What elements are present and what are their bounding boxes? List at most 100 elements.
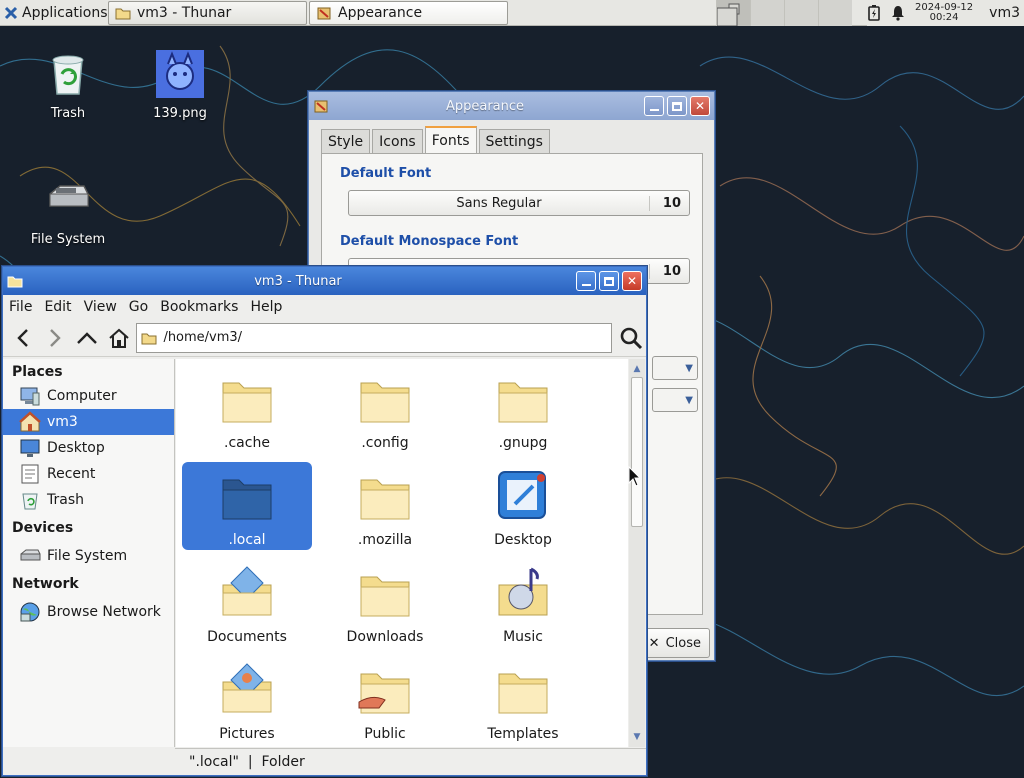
- sidebar-item-recent[interactable]: Recent: [3, 461, 174, 487]
- workspace-4[interactable]: [818, 0, 852, 26]
- back-button[interactable]: [9, 323, 37, 353]
- sidebar-item-file-system[interactable]: File System: [3, 543, 174, 569]
- file-item-label: .local: [228, 532, 266, 548]
- task-button-appearance[interactable]: Appearance: [309, 1, 508, 25]
- maximize-button[interactable]: [667, 96, 687, 116]
- applications-label: Applications: [22, 4, 108, 21]
- scrollbar-thumb[interactable]: [631, 377, 643, 527]
- file-item-music[interactable]: Music: [458, 559, 588, 647]
- sidebar-item-label: Desktop: [47, 440, 105, 456]
- applications-menu-button[interactable]: Applications: [0, 0, 114, 26]
- search-button[interactable]: [616, 323, 646, 353]
- menu-file[interactable]: File: [9, 299, 32, 315]
- file-item-templates[interactable]: Templates: [458, 656, 588, 744]
- sidebar-item-computer[interactable]: Computer: [3, 383, 174, 409]
- scroll-down-arrow-icon[interactable]: ▼: [629, 729, 645, 745]
- sidebar-item-label: Computer: [47, 388, 117, 404]
- drive-icon: [49, 185, 89, 207]
- default-font-button[interactable]: Sans Regular 10: [348, 190, 690, 216]
- menu-edit[interactable]: Edit: [44, 299, 71, 315]
- monospace-font-heading: Default Monospace Font: [340, 234, 519, 249]
- chevron-down-icon: ▼: [685, 362, 693, 374]
- sidebar-item-desktop[interactable]: Desktop: [3, 435, 174, 461]
- subpixel-order-dropdown[interactable]: ▼: [652, 388, 698, 412]
- home-button[interactable]: [105, 323, 133, 353]
- chevron-down-icon: ▼: [685, 394, 693, 406]
- file-item-pictures[interactable]: Pictures: [182, 656, 312, 744]
- file-item-gnupg[interactable]: .gnupg: [458, 365, 588, 453]
- sidebar-item-label: vm3: [47, 414, 78, 430]
- menu-go[interactable]: Go: [129, 299, 148, 315]
- scroll-up-arrow-icon[interactable]: ▲: [629, 361, 645, 377]
- file-item-public[interactable]: Public: [320, 656, 450, 744]
- file-item-downloads[interactable]: Downloads: [320, 559, 450, 647]
- workspace-switcher[interactable]: [716, 0, 852, 27]
- desktop-icon: [20, 439, 40, 457]
- home-icon: [108, 328, 129, 348]
- parent-folder-button[interactable]: [73, 323, 101, 353]
- file-item-label: Downloads: [346, 629, 424, 645]
- desktop-icon-file-system[interactable]: File System: [20, 176, 116, 247]
- maximize-button[interactable]: [599, 271, 619, 291]
- file-item-local[interactable]: .local: [182, 462, 312, 550]
- workspace-3[interactable]: [784, 0, 818, 26]
- file-item-label: Templates: [487, 726, 559, 742]
- folder-icon: [360, 382, 410, 423]
- folder-icon: [498, 382, 548, 423]
- up-arrow-icon: [76, 331, 97, 344]
- minimize-icon: [649, 109, 659, 111]
- appearance-icon: [314, 100, 328, 113]
- sidebar-item-vm3[interactable]: vm3: [3, 409, 174, 435]
- close-button-label: Close: [665, 635, 701, 651]
- location-path-bar[interactable]: /home/vm3/: [136, 322, 613, 353]
- user-menu[interactable]: vm3: [983, 5, 1020, 21]
- desktop-icon-139-png[interactable]: 139.png: [132, 50, 228, 121]
- forward-button[interactable]: [41, 323, 69, 353]
- hinting-dropdown[interactable]: ▼: [652, 356, 698, 380]
- desktop-icon-trash[interactable]: Trash: [20, 50, 116, 121]
- file-item-desktop[interactable]: Desktop: [458, 462, 588, 550]
- status-text: ".local" | Folder: [189, 754, 305, 770]
- tab-icons[interactable]: Icons: [372, 129, 423, 153]
- file-item-label: .config: [361, 435, 409, 451]
- notification-bell-icon[interactable]: [891, 5, 905, 21]
- file-item-label: Public: [364, 726, 406, 742]
- close-window-button[interactable]: ✕: [690, 96, 710, 116]
- file-item-label: Documents: [207, 629, 287, 645]
- minimize-button[interactable]: [576, 271, 596, 291]
- workspace-2[interactable]: [750, 0, 784, 26]
- folder-icon: [498, 673, 548, 714]
- desktop-folder-icon: [498, 471, 546, 519]
- task-button-thunar[interactable]: vm3 - Thunar: [108, 1, 307, 25]
- sidebar-item-label: File System: [47, 548, 128, 564]
- close-window-button[interactable]: ✕: [622, 271, 642, 291]
- sidebar-item-browse-network[interactable]: Browse Network: [3, 599, 174, 625]
- system-tray: 2024-09-12 00:24 vm3: [867, 0, 1024, 26]
- file-item-documents[interactable]: Documents: [182, 559, 312, 647]
- devices-heading: Devices: [12, 520, 74, 536]
- vertical-scrollbar[interactable]: ▲ ▼: [629, 359, 645, 747]
- menu-view[interactable]: View: [84, 299, 117, 315]
- appearance-titlebar[interactable]: Appearance ✕: [309, 92, 714, 120]
- file-item-cache[interactable]: .cache: [182, 365, 312, 453]
- close-button[interactable]: ✕ Close: [642, 628, 710, 658]
- clock[interactable]: 2024-09-12 00:24: [915, 3, 973, 23]
- tab-settings[interactable]: Settings: [478, 129, 550, 153]
- tab-fonts[interactable]: Fonts: [424, 126, 477, 153]
- file-item-mozilla[interactable]: .mozilla: [320, 462, 450, 550]
- battery-icon[interactable]: [867, 5, 881, 21]
- tab-style[interactable]: Style: [321, 129, 371, 153]
- recent-icon: [21, 464, 39, 484]
- file-item-config[interactable]: .config: [320, 365, 450, 453]
- menu-bookmarks[interactable]: Bookmarks: [160, 299, 238, 315]
- folder-icon: [141, 333, 157, 344]
- sidebar-item-trash[interactable]: Trash: [3, 487, 174, 513]
- forward-arrow-icon: [49, 328, 61, 347]
- workspace-1[interactable]: [716, 0, 750, 27]
- thunar-titlebar[interactable]: vm3 - Thunar ✕: [3, 267, 646, 295]
- menu-help[interactable]: Help: [250, 299, 282, 315]
- file-item-label: .gnupg: [498, 435, 548, 451]
- minimize-button[interactable]: [644, 96, 664, 116]
- file-icon-view[interactable]: .cache .config .gnupg .local .mozilla De…: [176, 359, 628, 747]
- desktop-icon-label: 139.png: [153, 106, 207, 121]
